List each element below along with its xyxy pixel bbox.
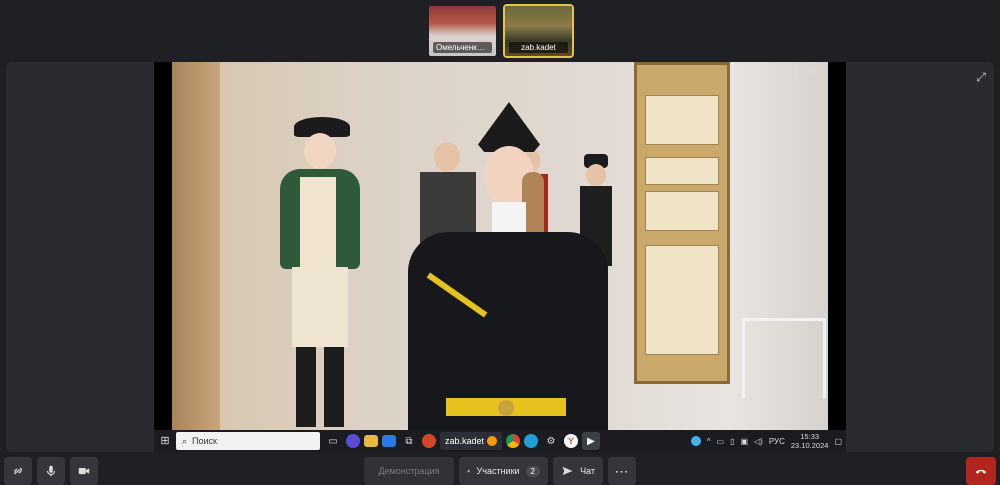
participant-thumbnail-1[interactable]: Омельченко ... xyxy=(427,4,498,58)
video-camera-icon xyxy=(78,467,90,475)
screen-share-label: Демонстрация xyxy=(378,466,440,476)
call-controls: Демонстрация Участники 2 Чат ⋯ xyxy=(0,455,1000,485)
chevron-up-icon[interactable]: ^ xyxy=(707,437,711,446)
window-controls: — ❐ ✕ xyxy=(765,66,818,77)
clock-time: 15:33 xyxy=(800,432,820,441)
system-tray: ^ ▭ ▯ ▣ ◁) РУС 15:33 23.10.2024 ▢ xyxy=(690,432,842,450)
participant-name: Омельченко ... xyxy=(433,42,492,53)
microphone-icon xyxy=(46,465,56,477)
display-case xyxy=(742,318,826,398)
wall-panel xyxy=(172,62,220,430)
clock-date: 23.10.2024 xyxy=(790,441,829,450)
camera-icon[interactable]: ▣ xyxy=(740,437,748,446)
edge-icon[interactable] xyxy=(524,434,539,448)
hang-up-button[interactable] xyxy=(966,457,996,485)
shared-screen: — ❐ ✕ ⊞ ⌕ Поиск ▭ ⧉ zab.kadet ⚙ Y ▶ ^ ▭ … xyxy=(154,62,846,452)
phone-hangup-icon xyxy=(975,469,987,474)
search-icon: ⌕ xyxy=(182,435,188,446)
active-app-label: zab.kadet xyxy=(445,436,485,446)
fullscreen-icon[interactable]: ⤢ xyxy=(974,70,988,84)
yandex-browser-icon[interactable]: Y xyxy=(564,434,579,448)
mail-icon[interactable] xyxy=(382,435,396,447)
cutout-figure-left xyxy=(262,117,372,430)
notifications-icon[interactable]: ▢ xyxy=(834,437,842,446)
close-icon[interactable]: ✕ xyxy=(810,66,818,77)
screen-share-button[interactable]: Демонстрация xyxy=(364,457,454,485)
copy-link-button[interactable] xyxy=(4,457,32,485)
wall-poster xyxy=(634,62,730,384)
participant-thumbnail-2[interactable]: zab.kadet xyxy=(503,4,574,58)
taskbar-active-app[interactable]: zab.kadet xyxy=(440,432,503,450)
assistant-icon[interactable] xyxy=(346,434,360,448)
more-dots-icon: ⋯ xyxy=(614,462,630,479)
task-view-icon[interactable]: ▭ xyxy=(324,432,342,450)
people-icon xyxy=(467,469,471,473)
minimize-icon[interactable]: — xyxy=(765,66,774,77)
battery-icon[interactable]: ▯ xyxy=(730,437,734,446)
weather-icon[interactable] xyxy=(690,436,701,446)
language-indicator[interactable]: РУС xyxy=(769,437,785,446)
file-explorer-icon[interactable] xyxy=(364,435,378,447)
browser-icon xyxy=(487,436,498,446)
taskbar-search[interactable]: ⌕ Поиск xyxy=(176,432,320,450)
participants-label: Участники xyxy=(476,466,520,476)
media-player-icon[interactable]: ▶ xyxy=(582,432,601,450)
camera-button[interactable] xyxy=(70,457,98,485)
participant-thumbnails: Омельченко ... zab.kadet xyxy=(427,4,574,58)
video-frame: — ❐ ✕ xyxy=(172,62,828,430)
volume-icon[interactable]: ◁) xyxy=(754,437,763,446)
link-icon xyxy=(14,467,22,475)
participants-count-badge: 2 xyxy=(525,465,540,477)
store-icon[interactable]: ⧉ xyxy=(400,432,418,450)
chat-label: Чат xyxy=(580,466,595,476)
participant-name: zab.kadet xyxy=(509,42,568,53)
chat-button[interactable]: Чат xyxy=(553,457,603,485)
taskbar-clock[interactable]: 15:33 23.10.2024 xyxy=(791,432,829,450)
windows-start-icon[interactable]: ⊞ xyxy=(158,434,172,448)
send-icon xyxy=(562,466,573,476)
search-placeholder: Поиск xyxy=(192,436,217,446)
maximize-icon[interactable]: ❐ xyxy=(788,66,796,77)
chrome-icon[interactable] xyxy=(506,434,521,448)
windows-taskbar: ⊞ ⌕ Поиск ▭ ⧉ zab.kadet ⚙ Y ▶ ^ ▭ ▯ ▣ ◁)… xyxy=(154,430,846,452)
cadet-person xyxy=(402,102,612,430)
microphone-button[interactable] xyxy=(37,457,65,485)
settings-gear-icon[interactable]: ⚙ xyxy=(542,432,560,450)
video-conference-app: Омельченко ... zab.kadet ⤢ — ❐ ✕ ⊞ ⌕ Пои… xyxy=(0,0,1000,485)
participants-button[interactable]: Участники 2 xyxy=(459,457,548,485)
presentation-app-icon[interactable] xyxy=(422,434,436,448)
network-icon[interactable]: ▭ xyxy=(717,437,725,446)
more-options-button[interactable]: ⋯ xyxy=(608,457,636,485)
